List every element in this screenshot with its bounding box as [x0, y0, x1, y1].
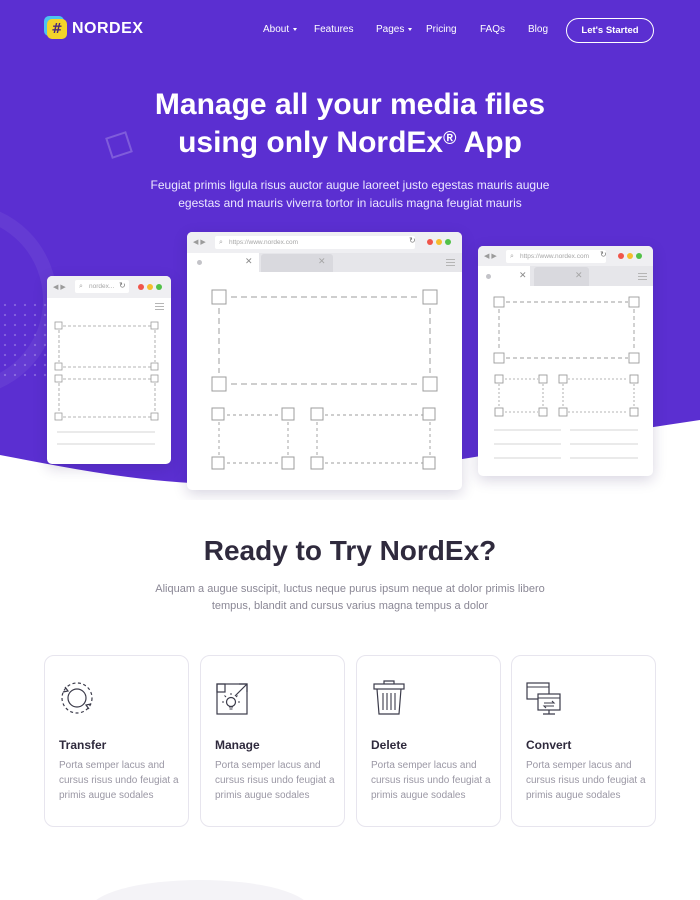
browser-mockup-right: ◀▶ ⌕ https://www.nordex.com ↻ ✕ ✕ — [478, 246, 653, 476]
wireframe-content — [54, 321, 159, 445]
nav-item-blog[interactable]: Blog — [528, 24, 548, 35]
feature-card-convert: Convert Porta semper lacus and cursus ri… — [511, 655, 656, 827]
hero-section: # NORDEX About Features Pages Pricing FA… — [0, 0, 700, 500]
feature-card-transfer: Transfer Porta semper lacus and cursus r… — [44, 655, 189, 827]
hero-title-line1: Manage all your media files — [154, 88, 546, 121]
transfer-icon — [61, 682, 93, 714]
top-navigation: # NORDEX About Features Pages Pricing FA… — [0, 0, 700, 60]
feature-description: Porta semper lacus and cursus risus undo… — [59, 760, 179, 801]
wireframe-content — [211, 289, 438, 470]
feature-card-manage: Manage Porta semper lacus and cursus ris… — [200, 655, 345, 827]
hero-subtitle: Feugiat primis ligula risus auctor augue… — [150, 178, 550, 210]
feature-title: Delete — [371, 738, 408, 752]
section-title: Ready to Try NordEx? — [203, 535, 497, 566]
feature-card-delete: Delete Porta semper lacus and cursus ris… — [356, 655, 501, 827]
chevron-down-icon — [408, 27, 413, 31]
section-subtitle: Aliquam a augue suscipit, luctus neque p… — [155, 583, 545, 612]
decorative-arc — [90, 880, 310, 900]
hero-title-line2-suffix: App — [456, 126, 522, 159]
browser-mockup-center: ◀▶ ⌕ https://www.nordex.com ↻ ✕ ✕ — [187, 232, 462, 490]
feature-title: Manage — [215, 738, 260, 752]
registered-mark: ® — [443, 128, 457, 148]
feature-description: Porta semper lacus and cursus risus undo… — [215, 760, 335, 801]
nav-item-about[interactable]: About — [263, 24, 298, 35]
hero-title-brand: NordEx — [336, 126, 444, 159]
chevron-down-icon — [293, 27, 298, 31]
feature-description: Porta semper lacus and cursus risus undo… — [526, 760, 646, 801]
nav-item-features[interactable]: Features — [314, 24, 353, 35]
nav-item-pages[interactable]: Pages — [376, 24, 413, 35]
logo[interactable]: # NORDEX — [47, 19, 143, 39]
logo-text: NORDEX — [72, 20, 144, 37]
trash-icon — [373, 680, 405, 715]
hero-title-line2-prefix: using only — [178, 126, 337, 159]
feature-description: Porta semper lacus and cursus risus undo… — [371, 760, 491, 801]
nav-item-pricing[interactable]: Pricing — [426, 24, 457, 35]
get-started-button[interactable]: Let's Started — [566, 18, 654, 43]
wireframe-content — [493, 296, 640, 459]
manage-icon — [216, 683, 248, 715]
logo-mark-icon: # — [47, 19, 67, 39]
nav-item-faqs[interactable]: FAQs — [480, 24, 505, 35]
feature-title: Transfer — [59, 738, 107, 752]
browser-mockup-left: ◀▶ ⌕ nordex... ↻ — [47, 276, 171, 464]
hero-title: Manage all your media files using only N… — [0, 86, 700, 162]
feature-title: Convert — [526, 738, 572, 752]
convert-icon — [526, 682, 561, 715]
